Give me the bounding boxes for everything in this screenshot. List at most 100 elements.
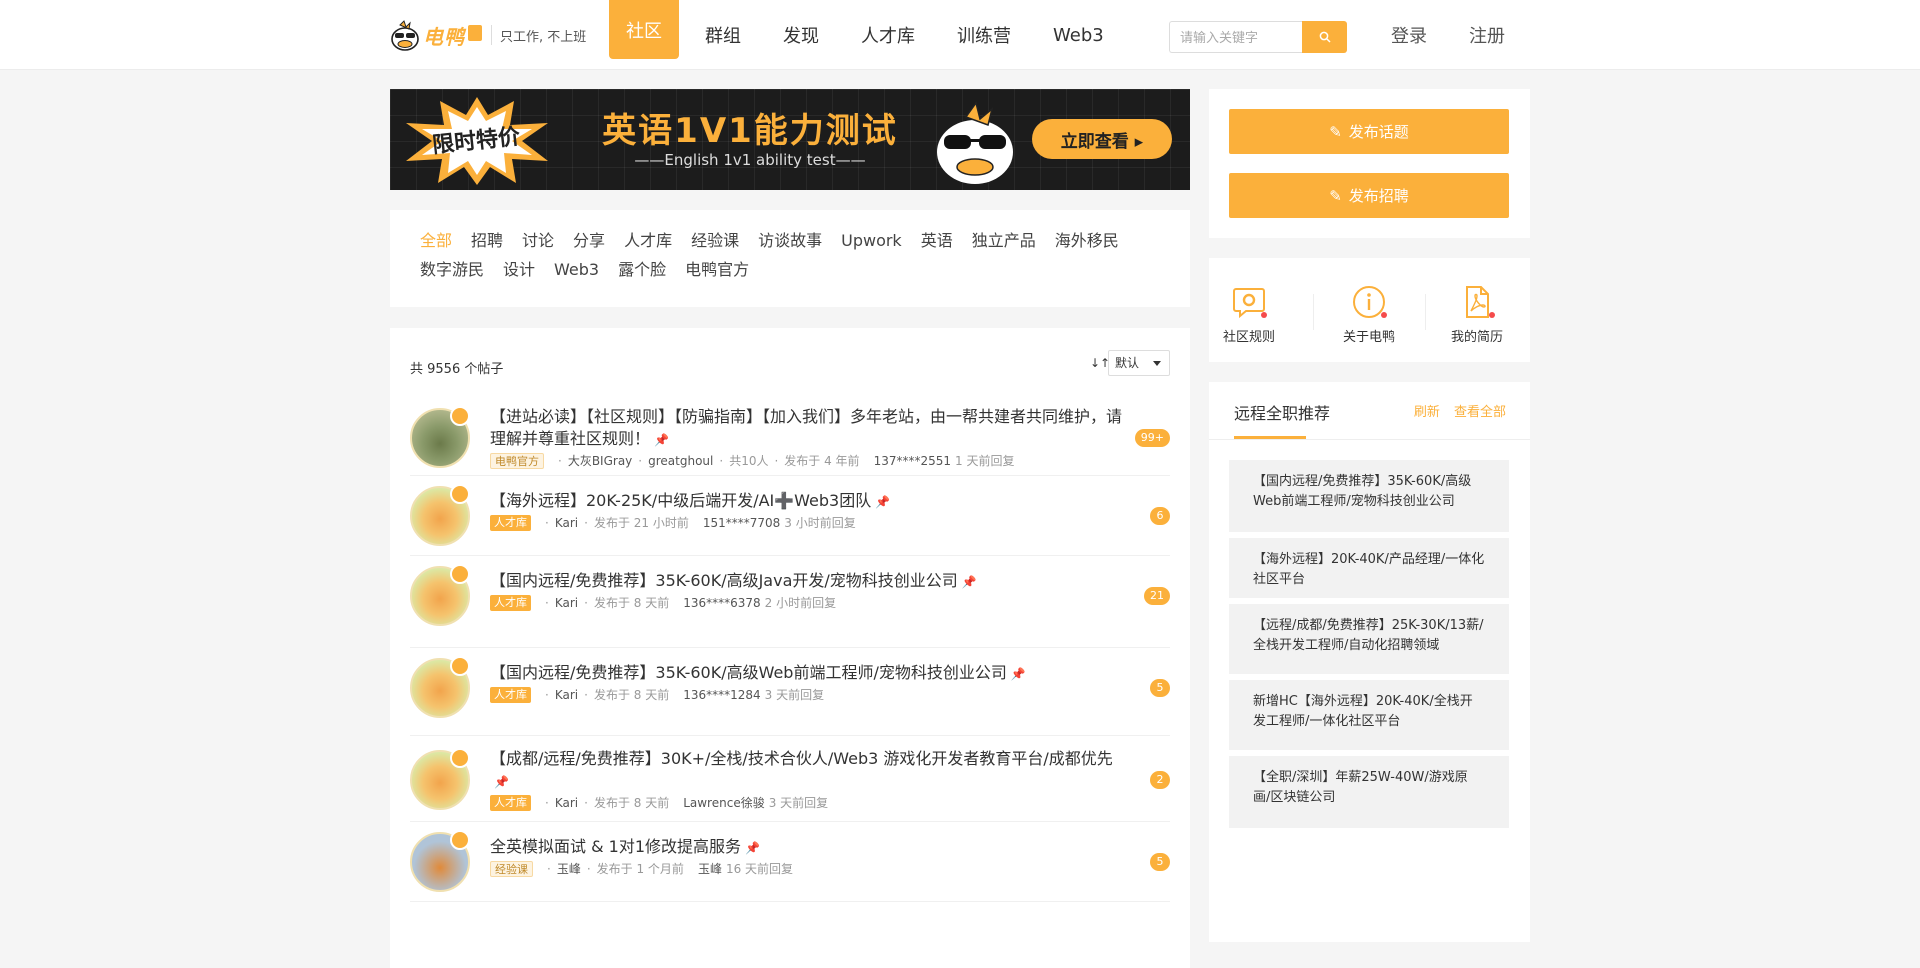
reply-count-badge: 5 bbox=[1150, 679, 1170, 697]
post-replier[interactable]: Lawrence徐骏 bbox=[683, 794, 765, 811]
logo-slogan: 只工作, 不上班 bbox=[500, 29, 587, 45]
post-tag[interactable]: 人才库 bbox=[490, 686, 531, 703]
post-tag[interactable]: 人才库 bbox=[490, 794, 531, 811]
category-tab[interactable]: 人才库 bbox=[624, 230, 672, 251]
post-row[interactable]: 【海外远程】20K-25K/中级后端开发/AI➕Web3团队 📌 人才库 · Kari ·… bbox=[410, 476, 1170, 556]
category-panel: 全部 招聘 讨论 分享 人才库 经验课 访谈故事 Upwork 英语 独立产品 海外移民数字游民 设计… bbox=[390, 210, 1190, 307]
post-meta: 电鸭官方 · 大灰BIGray · greatghoul · 共10人 · 发布于 4 年前 13… bbox=[490, 452, 1014, 469]
category-tab[interactable]: 设计 bbox=[503, 259, 535, 280]
publish-panel: ✎ 发布话题 ✎ 发布招聘 bbox=[1209, 89, 1530, 238]
nav-item-groups[interactable]: 群组 bbox=[689, 0, 757, 70]
post-replier[interactable]: 136****1284 bbox=[683, 688, 760, 702]
promo-banner[interactable]: 限时特价 英语1V1能力测试 ——English 1v1 ability tes… bbox=[390, 89, 1190, 190]
post-time: 发布于 8 天前 bbox=[593, 688, 670, 702]
quick-link-about[interactable]: 关于电鸭 bbox=[1329, 284, 1409, 345]
post-replier[interactable]: 136****6378 bbox=[683, 596, 760, 610]
post-title[interactable]: 【进站必读】【社区规则】【防骗指南】【加入我们】多年老站，由一帮共建者共同维护，… bbox=[490, 406, 1130, 451]
post-author[interactable]: Kari bbox=[555, 516, 578, 530]
post-author[interactable]: Kari bbox=[555, 688, 578, 702]
post-author[interactable]: Kari bbox=[555, 596, 578, 610]
category-tab[interactable]: 访谈故事 bbox=[758, 230, 822, 251]
nav-item-community[interactable]: 社区 bbox=[609, 0, 679, 59]
sort-select[interactable]: 默认 bbox=[1108, 350, 1170, 376]
post-replier[interactable]: 151****7708 bbox=[703, 516, 780, 530]
post-row[interactable]: 【进站必读】【社区规则】【防骗指南】【加入我们】多年老站，由一帮共建者共同维护，… bbox=[410, 394, 1170, 476]
category-tab[interactable]: 经验课 bbox=[691, 230, 739, 251]
post-reply-time: 16 天前回复 bbox=[725, 862, 794, 876]
category-tab[interactable]: Web3 bbox=[554, 259, 599, 280]
publish-job-label: 发布招聘 bbox=[1348, 187, 1409, 205]
logo-text: 电鸭 bbox=[423, 24, 465, 49]
post-tag[interactable]: 经验课 bbox=[490, 860, 533, 877]
post-tag[interactable]: 人才库 bbox=[490, 514, 531, 531]
publish-job-button[interactable]: ✎ 发布招聘 bbox=[1229, 173, 1509, 218]
nav-item-discover[interactable]: 发现 bbox=[767, 0, 835, 70]
separator-dot: · bbox=[584, 795, 588, 810]
post-title[interactable]: 全英模拟面试 & 1对1修改提高服务 📌 bbox=[490, 836, 1130, 859]
post-meta: 人才库 · Kari · 发布于 8 天前 136****1284 3 天前回复 bbox=[490, 686, 824, 703]
category-tab[interactable]: 分享 bbox=[573, 230, 605, 251]
post-replier[interactable]: 137****2551 bbox=[874, 454, 951, 468]
post-meta: 人才库 · Kari · 发布于 8 天前 136****6378 2 小时前回复 bbox=[490, 594, 836, 611]
separator-dot: · bbox=[638, 453, 643, 468]
category-tab[interactable]: 露个脸 bbox=[618, 259, 666, 280]
post-coauthor[interactable]: greatghoul bbox=[648, 454, 713, 468]
post-tag[interactable]: 人才库 bbox=[490, 594, 531, 611]
category-tab[interactable]: 英语 bbox=[921, 230, 953, 251]
post-title-text: 【海外远程】20K-25K/中级后端开发/AI➕Web3团队 bbox=[490, 491, 872, 510]
category-tab[interactable]: 讨论 bbox=[522, 230, 554, 251]
category-tab[interactable]: 全部 bbox=[420, 230, 452, 251]
search-icon bbox=[1319, 31, 1331, 43]
search-input[interactable] bbox=[1169, 21, 1302, 53]
quick-link-resume[interactable]: 我的简历 bbox=[1437, 284, 1517, 345]
quick-link-rules[interactable]: 社区规则 bbox=[1209, 284, 1289, 345]
category-tab[interactable]: 电鸭官方 bbox=[685, 259, 749, 280]
crown-badge-icon bbox=[450, 484, 470, 504]
recommend-item[interactable]: 【海外远程】20K-40K/产品经理/一体化社区平台 bbox=[1229, 538, 1509, 598]
publish-topic-button[interactable]: ✎ 发布话题 bbox=[1229, 109, 1509, 154]
view-all-link[interactable]: 查看全部 bbox=[1454, 405, 1506, 420]
post-time: 发布于 4 年前 bbox=[784, 454, 860, 468]
post-row[interactable]: 全英模拟面试 & 1对1修改提高服务 📌 经验课 · 玉峰 · 发布于 1 个月前 玉峰 16 … bbox=[410, 822, 1170, 902]
nav-item-web3[interactable]: Web3 bbox=[1037, 0, 1120, 70]
recommend-item[interactable]: 【全职/深圳】年薪25W-40W/游戏原画/区块链公司 bbox=[1229, 756, 1509, 828]
post-row[interactable]: 【国内远程/免费推荐】35K-60K/高级Web前端工程师/宠物科技创业公司 📌 人… bbox=[410, 648, 1170, 736]
category-tab[interactable]: 海外移民 bbox=[1055, 230, 1119, 251]
register-link[interactable]: 注册 bbox=[1469, 22, 1505, 48]
category-list: 全部 招聘 讨论 分享 人才库 经验课 访谈故事 Upwork 英语 独立产品 海外移民数字游民 设计… bbox=[420, 230, 1170, 280]
recommend-item[interactable]: 【远程/成都/免费推荐】25K-30K/13薪/全栈开发工程师/自动化招聘领域 bbox=[1229, 604, 1509, 674]
notification-dot bbox=[1261, 312, 1267, 318]
post-time: 发布于 21 小时前 bbox=[593, 516, 689, 530]
login-link[interactable]: 登录 bbox=[1391, 22, 1427, 48]
post-title[interactable]: 【国内远程/免费推荐】35K-60K/高级Web前端工程师/宠物科技创业公司 📌 bbox=[490, 662, 1130, 685]
post-row[interactable]: 【成都/远程/免费推荐】30K+/全栈/技术合伙人/Web3 游戏化开发者教育平… bbox=[410, 736, 1170, 822]
post-tag[interactable]: 电鸭官方 bbox=[490, 452, 544, 469]
post-title-text: 【成都/远程/免费推荐】30K+/全栈/技术合伙人/Web3 游戏化开发者教育平… bbox=[490, 749, 1113, 768]
post-title[interactable]: 【国内远程/免费推荐】35K-60K/高级Java开发/宠物科技创业公司 📌 bbox=[490, 570, 1130, 593]
category-tab[interactable]: Upwork bbox=[841, 230, 902, 251]
post-title[interactable]: 【成都/远程/免费推荐】30K+/全栈/技术合伙人/Web3 游戏化开发者教育平… bbox=[490, 748, 1130, 793]
post-title[interactable]: 【海外远程】20K-25K/中级后端开发/AI➕Web3团队 📌 bbox=[490, 490, 1130, 513]
post-replier[interactable]: 玉峰 bbox=[698, 860, 722, 877]
crown-badge-icon bbox=[450, 406, 470, 426]
banner-cta-button[interactable]: 立即查看 ▸ bbox=[1032, 119, 1172, 159]
category-tab[interactable]: 独立产品 bbox=[972, 230, 1036, 251]
logo[interactable]: 电鸭 只工作, 不上班 bbox=[390, 17, 586, 53]
post-author[interactable]: 玉峰 bbox=[557, 860, 581, 877]
refresh-link[interactable]: 刷新 bbox=[1414, 405, 1440, 420]
nav-item-talent[interactable]: 人才库 bbox=[845, 0, 931, 70]
category-tab[interactable]: 数字游民 bbox=[420, 259, 484, 280]
category-tab[interactable]: 招聘 bbox=[471, 230, 503, 251]
recommend-item[interactable]: 【国内远程/免费推荐】35K-60K/高级Web前端工程师/宠物科技创业公司 bbox=[1229, 460, 1509, 532]
post-author[interactable]: Kari bbox=[555, 796, 578, 810]
crown-badge-icon bbox=[450, 830, 470, 850]
post-author[interactable]: 大灰BIGray bbox=[568, 452, 632, 469]
post-row[interactable]: 【国内远程/免费推荐】35K-60K/高级Java开发/宠物科技创业公司 📌 人才库… bbox=[410, 556, 1170, 648]
post-list-panel: 共 9556 个帖子 ↓↑ 默认 【进站必读】【社区规则】【防骗指南】【加入我们… bbox=[390, 328, 1190, 968]
separator-dot: · bbox=[584, 515, 588, 530]
search-button[interactable] bbox=[1302, 21, 1347, 53]
nav-item-bootcamp[interactable]: 训练营 bbox=[941, 0, 1027, 70]
post-participants: 共10人 bbox=[729, 454, 769, 468]
recommend-item[interactable]: 新增HC【海外远程】20K-40K/全栈开发工程师/一体化社区平台 bbox=[1229, 680, 1509, 750]
pin-icon: 📌 bbox=[1010, 667, 1026, 681]
